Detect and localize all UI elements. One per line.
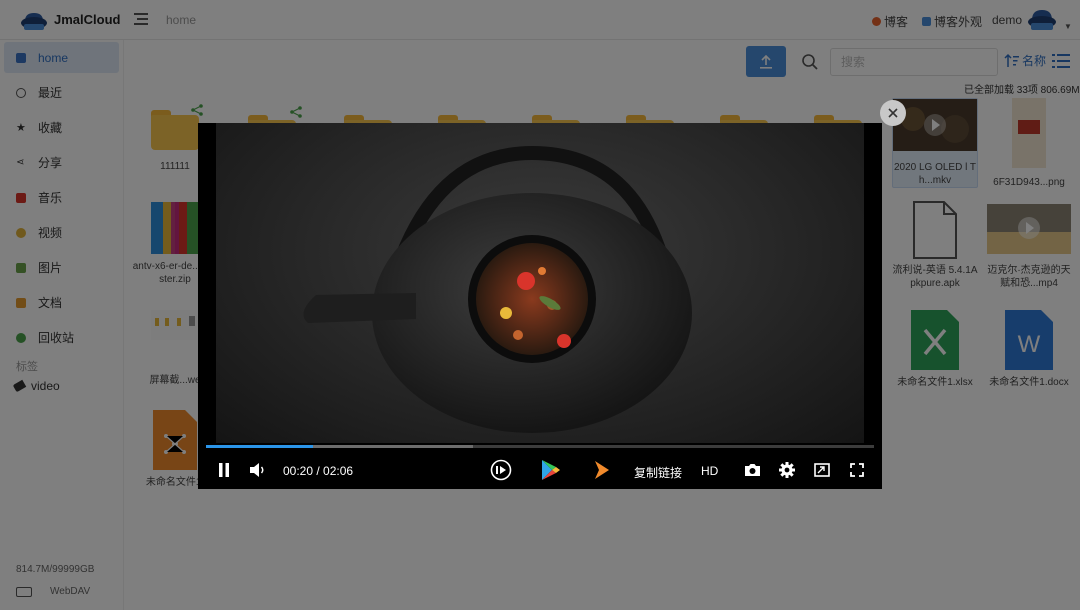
fullscreen-icon [850, 463, 864, 477]
pause-button[interactable] [214, 461, 234, 479]
fullscreen-button[interactable] [848, 461, 866, 479]
video-frame[interactable] [216, 123, 864, 443]
playback-time: 00:20 / 02:06 [283, 464, 354, 478]
progress-fill [206, 445, 313, 448]
speed-icon [490, 459, 512, 481]
settings-button[interactable] [778, 461, 796, 479]
video-player[interactable]: 00:20 / 02:06 复制链接 HD [198, 123, 882, 489]
playback-speed-button[interactable] [490, 459, 512, 481]
web-fullscreen-icon [814, 463, 830, 477]
screenshot-button[interactable] [743, 461, 761, 479]
volume-button[interactable] [248, 461, 268, 479]
google-play-button[interactable] [541, 460, 561, 480]
volume-icon [250, 463, 264, 477]
google-play-icon [542, 460, 560, 480]
web-fullscreen-button[interactable] [813, 461, 831, 479]
progress-bar[interactable] [206, 445, 874, 448]
close-icon [888, 108, 898, 118]
external-player-icon [595, 461, 609, 479]
gear-icon [779, 462, 795, 478]
teapot-video-frame [303, 145, 692, 433]
pause-icon [219, 463, 229, 477]
quality-button[interactable]: HD [701, 464, 718, 478]
close-player-button[interactable] [880, 100, 906, 126]
camera-icon [744, 464, 760, 476]
copy-link-button[interactable]: 复制链接 [634, 464, 682, 481]
external-player-button[interactable] [592, 461, 612, 479]
